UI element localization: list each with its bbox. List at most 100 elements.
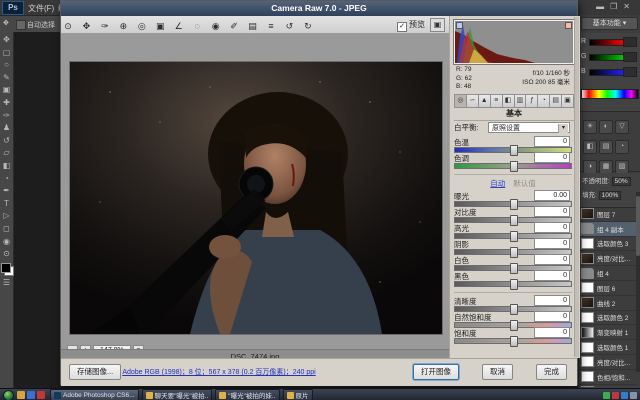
layer-row[interactable]: 选取颜色 1: [579, 340, 637, 355]
white-balance-select[interactable]: 原照设置▾: [488, 122, 570, 133]
green-value-field[interactable]: [623, 52, 637, 62]
quicklaunch-ie-icon[interactable]: [27, 391, 35, 399]
tray-antivirus-icon[interactable]: [603, 392, 610, 399]
highlights-value[interactable]: 0: [534, 222, 570, 233]
exposure-value[interactable]: 0.00: [534, 190, 570, 201]
rotate-left-icon[interactable]: ↺: [282, 18, 296, 34]
quick-mask-icon[interactable]: ☰: [1, 277, 13, 290]
brightness-adjustment-icon[interactable]: ☀: [583, 120, 597, 134]
crop-tool-icon[interactable]: ▣: [153, 18, 167, 34]
marquee-tool-icon[interactable]: ▢: [1, 47, 13, 60]
shadow-clipping-indicator[interactable]: [456, 22, 463, 29]
blue-value-field[interactable]: [623, 67, 637, 77]
red-value-field[interactable]: [623, 37, 637, 47]
auto-select-checkbox[interactable]: [16, 20, 26, 30]
tab-detail-icon[interactable]: ▲: [479, 94, 491, 108]
eraser-tool-icon[interactable]: ▱: [1, 147, 13, 160]
layer-row[interactable]: 曲线 2: [579, 296, 637, 311]
layers-scrollbar[interactable]: [636, 192, 640, 372]
layer-row[interactable]: 组 4: [579, 266, 637, 281]
default-link[interactable]: 默认值: [513, 179, 536, 188]
taskbar-item-folder-2[interactable]: "曝光"被拍的妹..: [215, 389, 279, 400]
dialog-titlebar[interactable]: Camera Raw 7.0 - JPEG: [61, 1, 577, 16]
tab-calibration-icon[interactable]: ◔: [538, 94, 550, 108]
clarity-value[interactable]: 0: [534, 295, 570, 306]
rotate-right-icon[interactable]: ↻: [301, 18, 315, 34]
saturation-slider[interactable]: [454, 338, 572, 344]
tray-qq-icon[interactable]: [621, 392, 628, 399]
color-swatches[interactable]: [1, 263, 13, 275]
slider-thumb[interactable]: [510, 279, 518, 290]
clone-tool-icon[interactable]: ♟: [1, 122, 13, 135]
shape-tool-icon[interactable]: ◻: [1, 223, 13, 236]
gradient-tool-icon[interactable]: ◧: [1, 160, 13, 173]
dodge-tool-icon[interactable]: ◔: [1, 173, 13, 186]
layer-row[interactable]: 图层 7: [579, 207, 637, 222]
healing-tool-icon[interactable]: ✚: [1, 97, 13, 110]
taskbar-item-folder-1[interactable]: 聊天要"曝光"被拍..: [142, 389, 213, 400]
balance-adjustment-icon[interactable]: ◑: [583, 160, 597, 174]
tint-slider[interactable]: [454, 163, 572, 169]
tab-presets-icon[interactable]: ▤: [550, 94, 562, 108]
quicklaunch-media-icon[interactable]: [37, 391, 45, 399]
layer-row[interactable]: 渐变映射 1: [579, 325, 637, 340]
tab-tone-curve-icon[interactable]: ∽: [467, 94, 479, 108]
crop-tool-icon[interactable]: ▣: [1, 84, 13, 97]
layer-row-selected[interactable]: 组 4 副本: [579, 222, 637, 237]
spot-removal-tool-icon[interactable]: ◌: [190, 18, 204, 34]
whites-value[interactable]: 0: [534, 254, 570, 265]
photo-preview[interactable]: [69, 61, 443, 335]
panel-scrollbar[interactable]: [574, 17, 579, 357]
filter-adjustment-icon[interactable]: ▧: [615, 160, 629, 174]
bw-adjustment-icon[interactable]: ▦: [599, 160, 613, 174]
green-slider[interactable]: [589, 54, 625, 61]
hand-tool-icon[interactable]: ✥: [79, 18, 93, 34]
open-image-button[interactable]: 打开图像: [413, 364, 459, 380]
temperature-value[interactable]: 0: [534, 136, 570, 147]
foreground-color-swatch[interactable]: [1, 263, 11, 273]
shadows-value[interactable]: 0: [534, 238, 570, 249]
start-button[interactable]: [3, 390, 14, 400]
brush-tool-icon[interactable]: ✑: [1, 110, 13, 123]
taskbar-item-folder-3[interactable]: 原片: [283, 389, 313, 400]
white-balance-tool-icon[interactable]: ✑: [98, 18, 112, 34]
quick-select-tool-icon[interactable]: ✎: [1, 72, 13, 85]
tab-split-toning-icon[interactable]: ◧: [503, 94, 515, 108]
layer-row[interactable]: 选取颜色 2: [579, 311, 637, 326]
done-button[interactable]: 完成: [536, 364, 567, 380]
taskbar-item-photoshop[interactable]: Adobe Photoshop CS6...: [50, 389, 139, 400]
straighten-tool-icon[interactable]: ∠: [172, 18, 186, 34]
pen-tool-icon[interactable]: ✒: [1, 185, 13, 198]
vibrance-value[interactable]: 0: [534, 311, 570, 322]
fullscreen-toggle-icon[interactable]: ▣: [430, 18, 445, 32]
zoom-tool-icon[interactable]: ⊙: [61, 18, 75, 34]
targeted-adjustment-tool-icon[interactable]: ◎: [135, 18, 149, 34]
highlight-clipping-indicator[interactable]: [565, 22, 572, 29]
tab-basic-icon[interactable]: ◎: [454, 94, 467, 108]
lasso-tool-icon[interactable]: ○: [1, 59, 13, 72]
hue-adjustment-icon[interactable]: ◔: [615, 140, 629, 154]
slider-thumb[interactable]: [510, 336, 518, 347]
auto-link[interactable]: 自动: [490, 179, 505, 188]
quicklaunch-folder-icon[interactable]: [17, 391, 25, 399]
minimize-icon[interactable]: ▬: [596, 2, 610, 11]
tray-alert-icon[interactable]: [612, 392, 619, 399]
cancel-button[interactable]: 取消: [482, 364, 513, 380]
fill-field[interactable]: 100%: [599, 191, 622, 200]
ps-window-controls[interactable]: ▬❐✕: [596, 2, 636, 11]
exposure-adjustment-icon[interactable]: ◧: [583, 140, 597, 154]
histogram[interactable]: [454, 20, 574, 64]
tray-volume-icon[interactable]: [630, 392, 637, 399]
curves-adjustment-icon[interactable]: ▽: [615, 120, 629, 134]
scrollbar-thumb[interactable]: [636, 196, 640, 256]
hand-tool-icon[interactable]: ◉: [1, 236, 13, 249]
graduated-filter-tool-icon[interactable]: ▤: [246, 18, 260, 34]
preferences-icon[interactable]: ≡: [264, 18, 278, 34]
layer-row[interactable]: 选取颜色 3: [579, 237, 637, 252]
adjustment-brush-tool-icon[interactable]: ✐: [227, 18, 241, 34]
preview-checkbox[interactable]: ✓: [397, 22, 407, 32]
history-brush-tool-icon[interactable]: ↺: [1, 135, 13, 148]
layer-row[interactable]: 亮度/对比...: [579, 251, 637, 266]
opacity-field[interactable]: 50%: [612, 177, 631, 186]
layer-row[interactable]: 亮度/对比...: [579, 355, 637, 370]
